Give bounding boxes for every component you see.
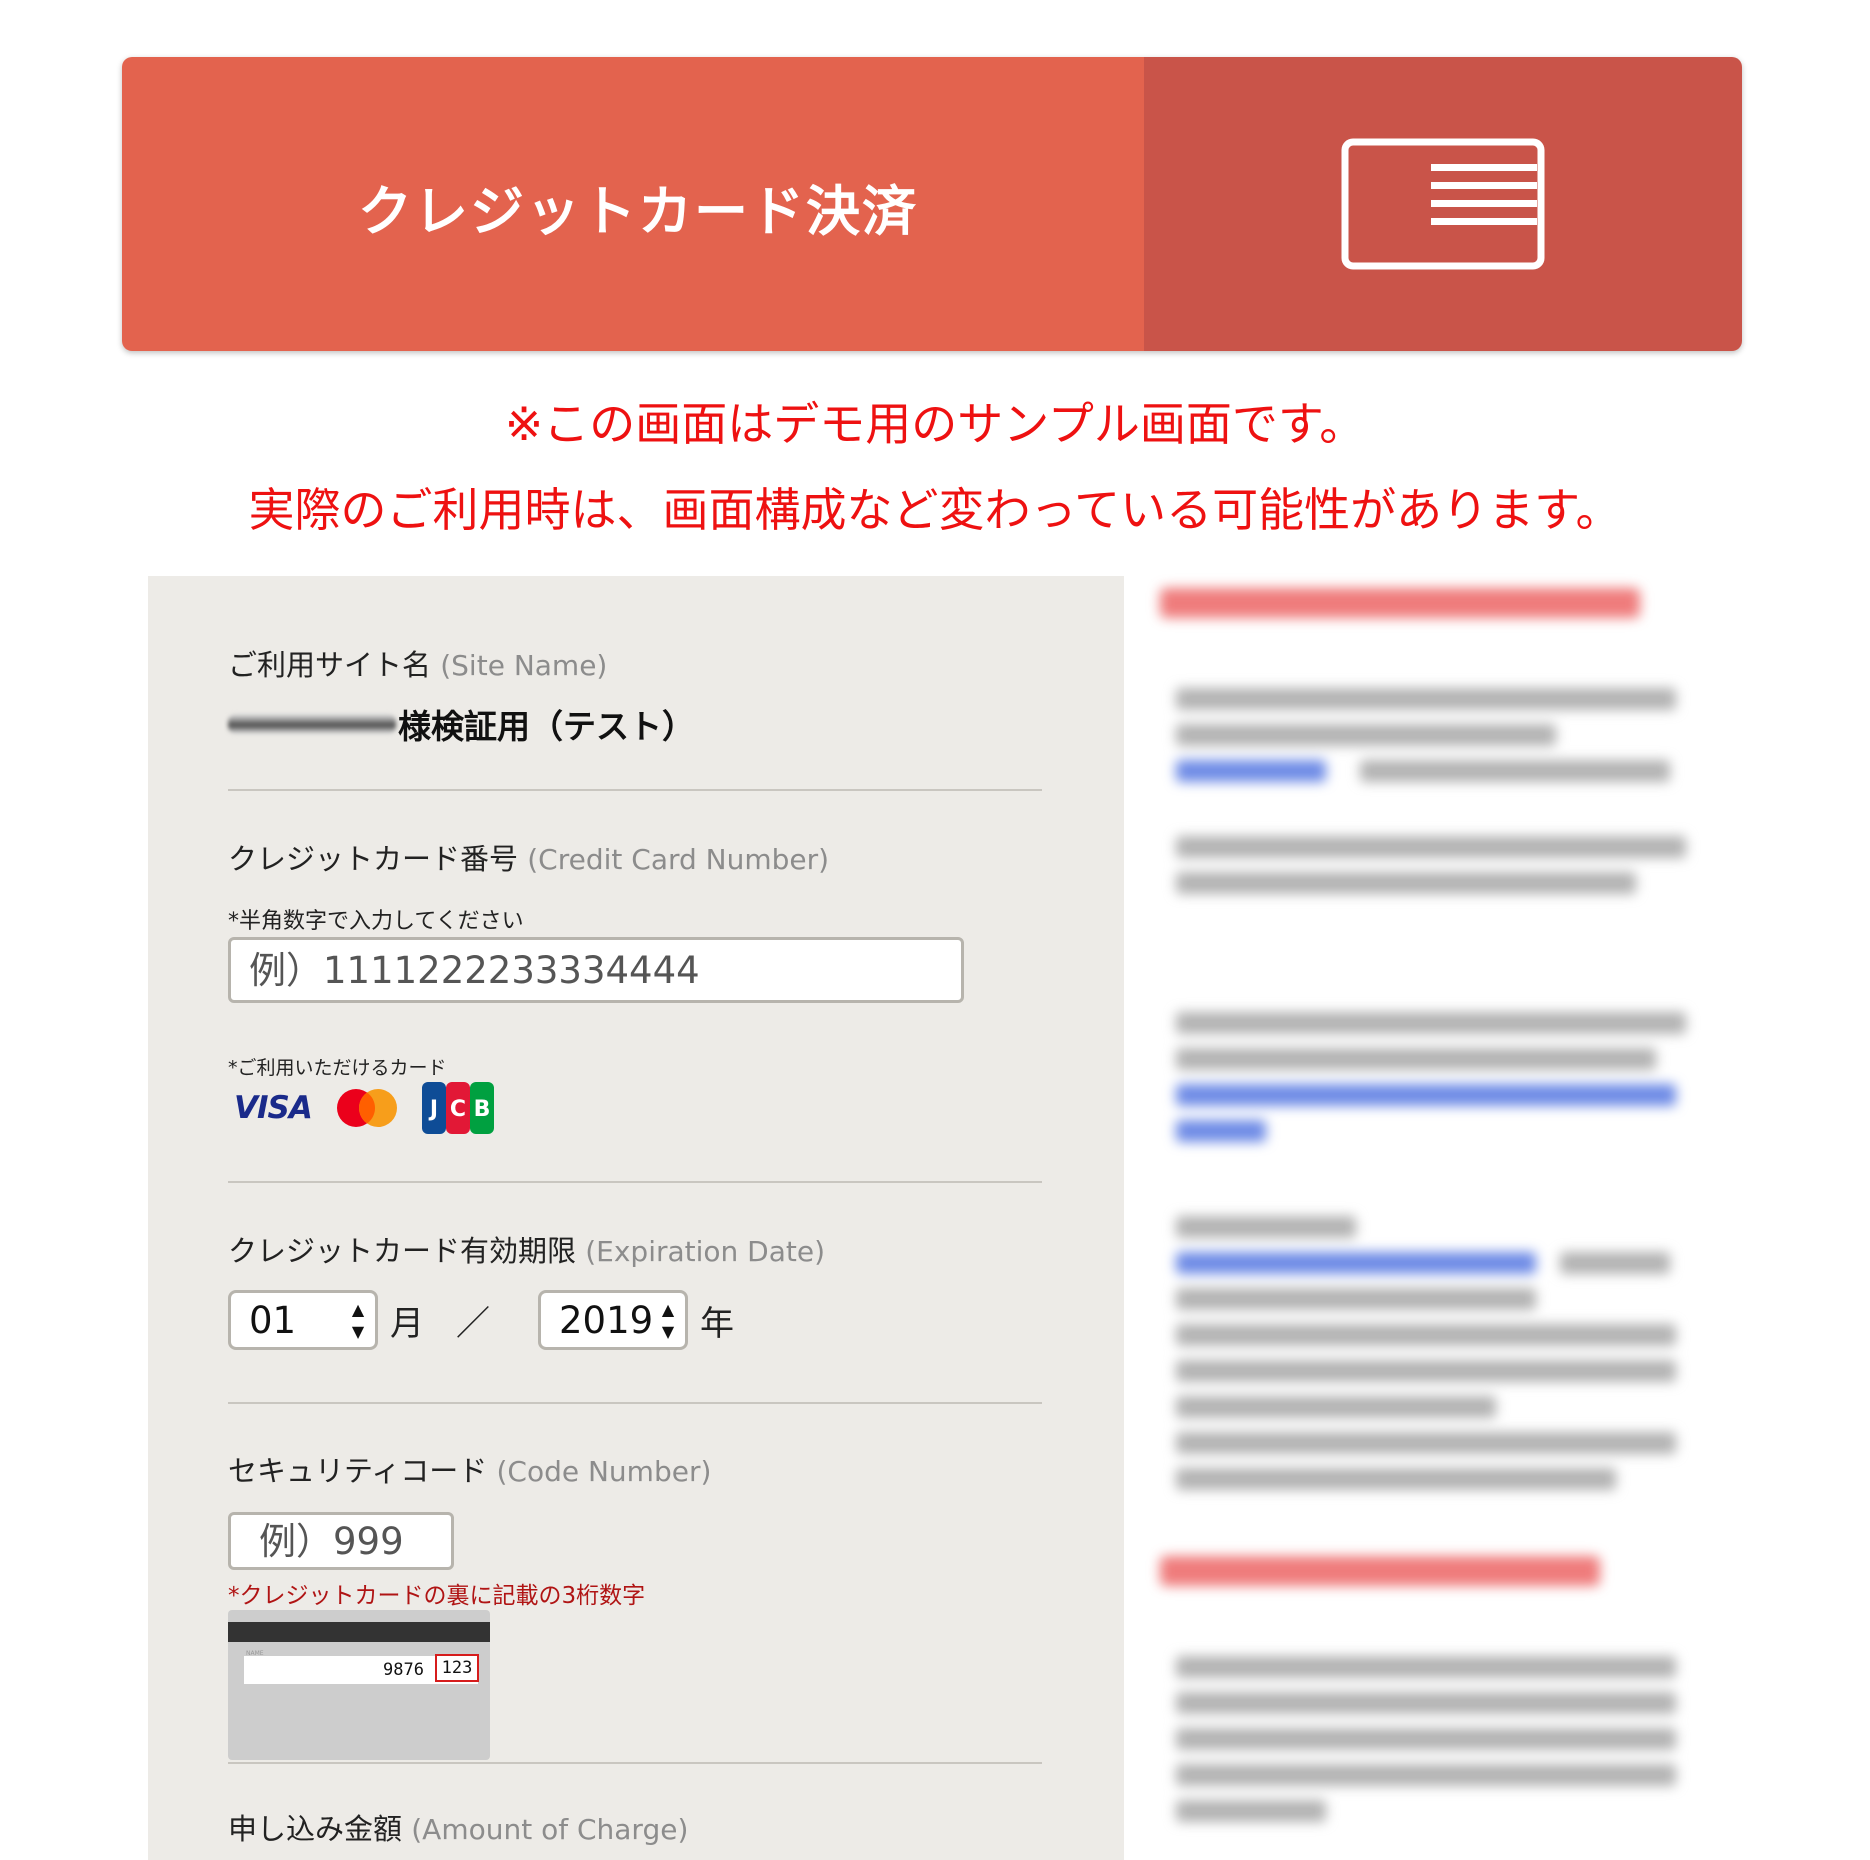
side-text-line [1176, 1656, 1676, 1678]
svg-text:J: J [428, 1097, 438, 1122]
side-text-line [1176, 1324, 1676, 1346]
side-link-line [1176, 1120, 1266, 1142]
banner-icon-area [1144, 57, 1742, 351]
divider [228, 789, 1042, 791]
site-name-label-ja: ご利用サイト名 [228, 648, 432, 682]
side-text-line [1176, 1728, 1676, 1750]
card-back-illustration: NAME 9876 123 [228, 1610, 490, 1760]
side-link-line [1176, 1084, 1676, 1106]
side-text-line [1176, 1216, 1356, 1238]
card-number-input[interactable] [228, 937, 964, 1003]
side-text-line [1560, 1252, 1670, 1274]
expiry-month-select[interactable]: 01 ▲ ▼ [228, 1290, 378, 1350]
expiry-year-select[interactable]: 2019 ▲ ▼ [538, 1290, 688, 1350]
updown-arrows-icon: ▲ ▼ [351, 1300, 365, 1341]
expiry-label-ja: クレジットカード有効期限 [228, 1234, 577, 1268]
magnetic-stripe [228, 1622, 490, 1642]
card-number-label-ja: クレジットカード番号 [228, 842, 519, 876]
payment-header-banner: クレジットカード決済 [122, 57, 1742, 351]
side-text-line [1176, 1288, 1536, 1310]
security-code-label-ja: セキュリティコード [228, 1454, 488, 1488]
jcb-logo: J C B [421, 1082, 494, 1134]
expiry-label: クレジットカード有効期限 (Expiration Date) [228, 1228, 1042, 1270]
year-unit-label: 年 [700, 1304, 734, 1344]
site-name-label: ご利用サイト名 (Site Name) [228, 642, 1042, 684]
security-code-hint: *クレジットカードの裏に記載の3桁数字 [228, 1583, 646, 1609]
credit-card-icon [1341, 138, 1545, 270]
side-link-line [1176, 1252, 1536, 1274]
amount-label-en: (Amount of Charge) [411, 1813, 689, 1846]
card-number-label: クレジットカード番号 (Credit Card Number) [228, 836, 1042, 878]
card-name-text: NAME [246, 1650, 264, 1657]
card-number-hint: *半角数字で入力してください [228, 909, 524, 934]
card-cvv-highlight: 123 [435, 1654, 479, 1682]
side-link-line [1176, 760, 1326, 782]
expiry-month-value: 01 [249, 1298, 297, 1342]
demo-notice-line1: ※この画面はデモ用のサンプル画面です。 [504, 397, 1366, 451]
side-text-line [1176, 1048, 1656, 1070]
side-text-line [1176, 688, 1676, 710]
divider [228, 1762, 1042, 1764]
side-text-line [1176, 1692, 1676, 1714]
svg-text:C: C [450, 1097, 466, 1122]
side-text-line [1176, 1012, 1686, 1034]
payment-form-panel: ご利用サイト名 (Site Name) 様検証用（テスト） クレジットカード番号… [148, 576, 1124, 1860]
security-code-label-en: (Code Number) [496, 1455, 712, 1488]
divider [228, 1402, 1042, 1404]
divider [228, 1181, 1042, 1183]
security-code-label: セキュリティコード (Code Number) [228, 1448, 1042, 1490]
side-heading-2 [1160, 1556, 1600, 1586]
accepted-cards-label: *ご利用いただけるカード [228, 1057, 447, 1079]
side-text-line [1176, 1432, 1676, 1454]
site-name-value: 様検証用（テスト） [228, 700, 1042, 748]
side-text-line [1176, 836, 1686, 858]
side-heading-1 [1160, 588, 1640, 618]
updown-arrows-icon: ▲ ▼ [661, 1300, 675, 1341]
side-text-line [1176, 872, 1636, 894]
side-text-line [1176, 1764, 1676, 1786]
security-code-input[interactable] [228, 1512, 454, 1570]
redacted-text [228, 714, 396, 734]
visa-logo: VISA [234, 1090, 313, 1126]
site-name-text: 様検証用（テスト） [398, 707, 695, 746]
date-separator: ／ [456, 1304, 490, 1344]
card-number-label-en: (Credit Card Number) [527, 843, 830, 876]
card-number-digits: 9876 [383, 1660, 424, 1680]
svg-text:B: B [473, 1097, 490, 1122]
expiry-label-en: (Expiration Date) [585, 1235, 826, 1268]
amount-label: 申し込み金額 (Amount of Charge) [228, 1806, 1042, 1848]
side-text-line [1176, 1468, 1616, 1490]
side-text-line [1176, 1360, 1676, 1382]
demo-notice-line2: 実際のご利用時は、画面構成など変わっている可能性があります。 [248, 483, 1622, 537]
side-text-line [1176, 724, 1556, 746]
blurred-side-info [1160, 580, 1700, 1860]
side-text-line [1176, 1800, 1326, 1822]
accepted-card-brands: VISA J C B [234, 1082, 494, 1134]
month-unit-label: 月 [390, 1304, 424, 1344]
mastercard-logo [336, 1089, 397, 1127]
side-text-line [1360, 760, 1670, 782]
side-text-line [1176, 1396, 1496, 1418]
site-name-label-en: (Site Name) [440, 649, 608, 682]
page-title: クレジットカード決済 [358, 179, 918, 243]
banner-title-area: クレジットカード決済 [122, 57, 1144, 351]
amount-label-ja: 申し込み金額 [228, 1812, 403, 1846]
expiry-year-value: 2019 [559, 1298, 654, 1342]
